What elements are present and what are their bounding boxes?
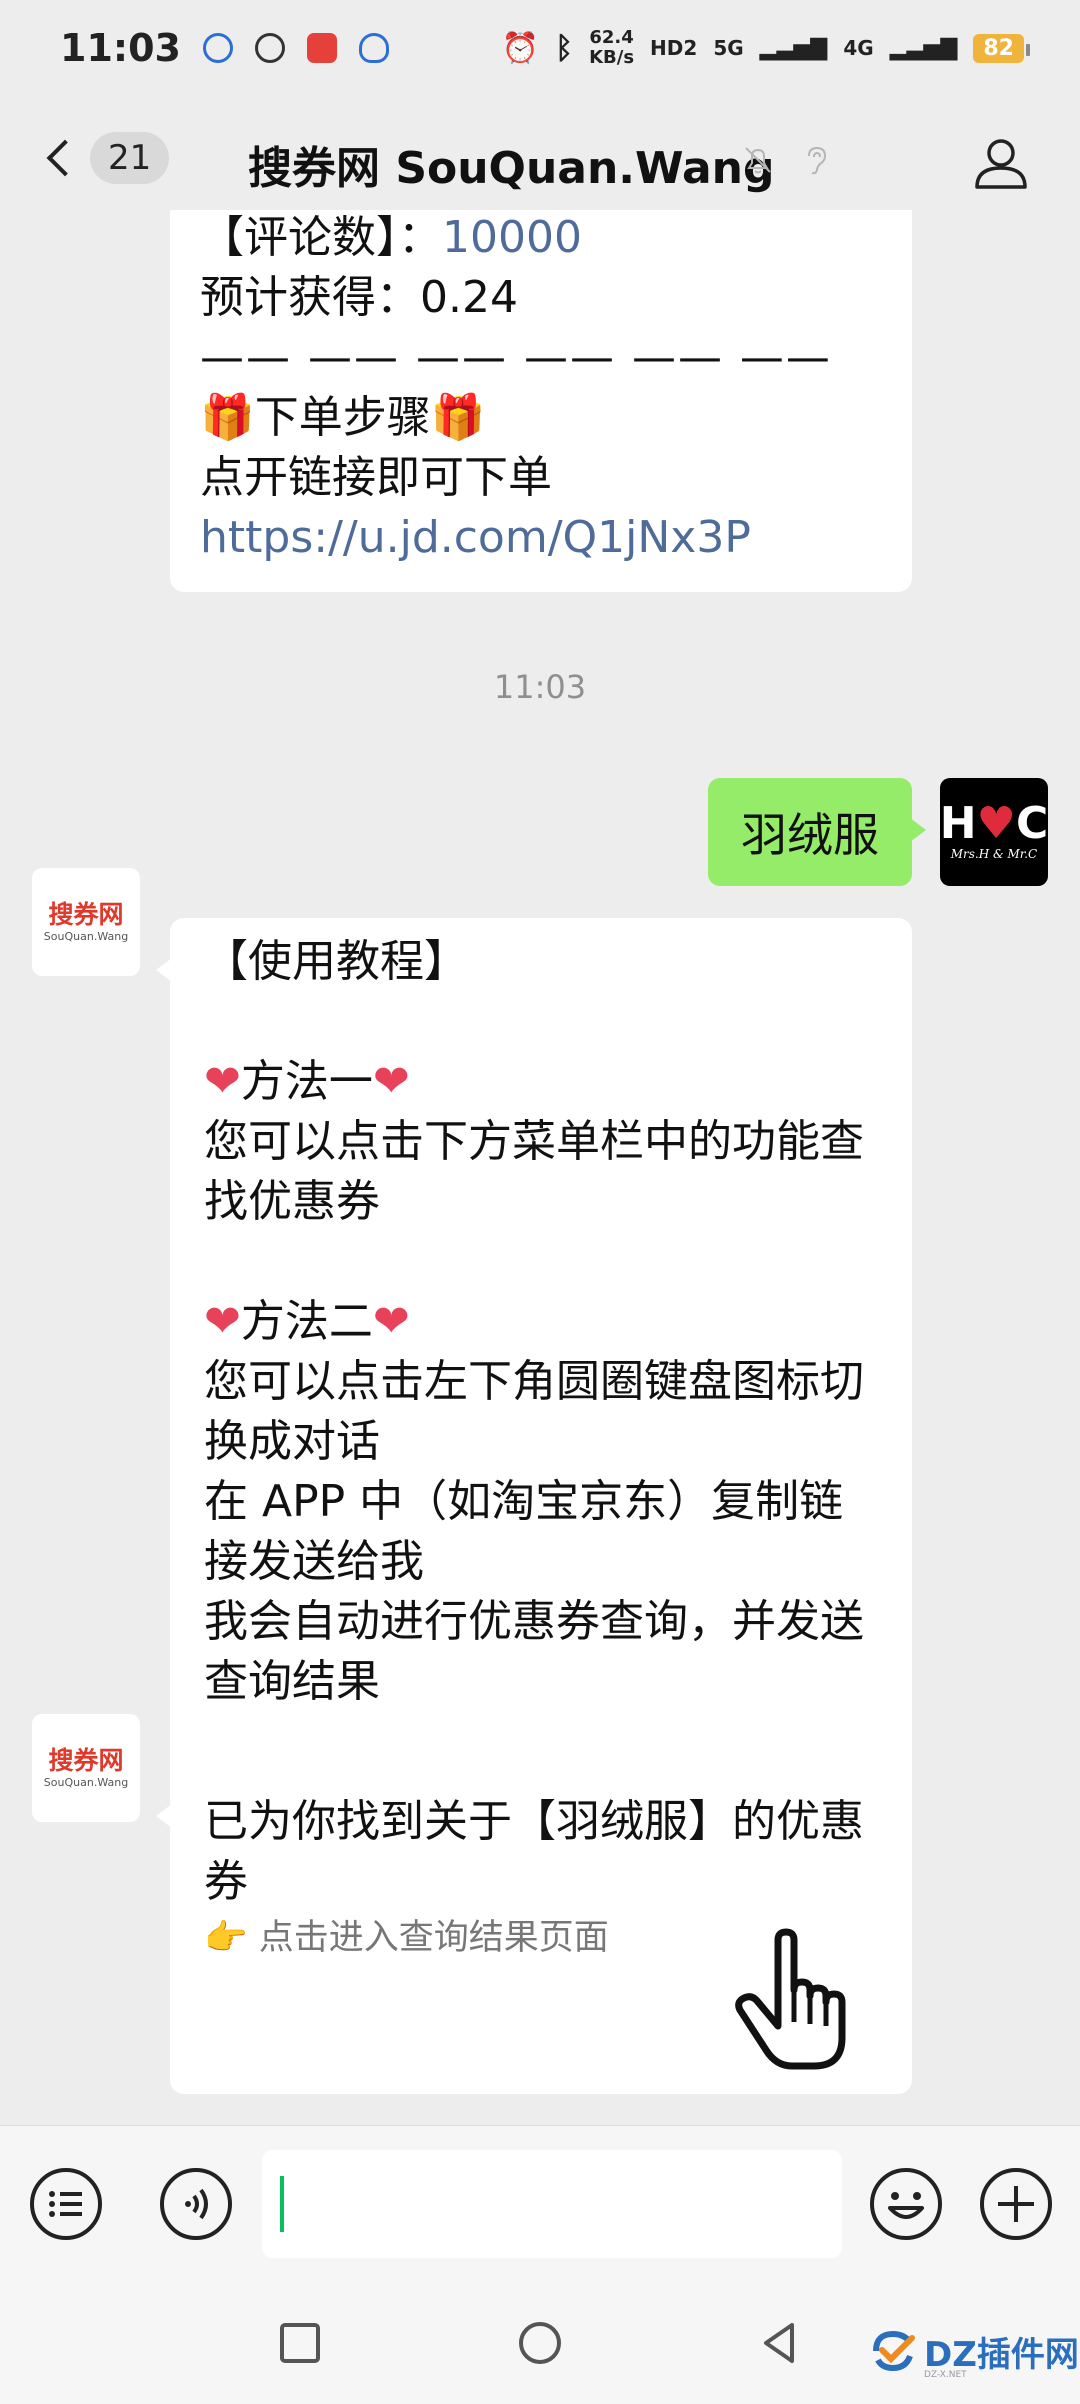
network-speed: 62.4 KB/s xyxy=(589,28,634,68)
result-hint-text: 点击进入查询结果页面 xyxy=(258,1918,609,1958)
status-left: 11:03 xyxy=(60,26,389,70)
qq-icon xyxy=(358,33,389,63)
heart-icon: ♥ xyxy=(976,798,1016,849)
search-result-card[interactable]: 已为你找到关于【羽绒服】的优惠 券 👉 点击进入查询结果页面 xyxy=(156,1764,912,2094)
method-one-heading: ❤方法一❤ xyxy=(204,1052,882,1112)
message-timestamp: 11:03 xyxy=(493,668,587,706)
recent-apps-square-icon[interactable] xyxy=(272,2315,328,2371)
signal-4g: 4G xyxy=(843,36,874,60)
back-chevron-icon xyxy=(46,139,84,177)
order-instruction: 点开链接即可下单 xyxy=(200,452,552,503)
app-notification-icon xyxy=(202,33,233,63)
message-text-input[interactable] xyxy=(262,2150,842,2258)
chat-title: 搜券网 SouQuan.Wang xyxy=(248,143,775,194)
unread-badge: 21 xyxy=(90,132,170,184)
comment-count-value: 10000 xyxy=(442,212,582,263)
result-line: 券 xyxy=(204,1856,248,1907)
app-notification-icon-3 xyxy=(306,33,337,63)
avatar-letter-h: H xyxy=(939,798,977,849)
tutorial-line: 找优惠券 xyxy=(204,1176,380,1227)
heart-icon: ❤ xyxy=(204,1056,241,1107)
chat-message-list[interactable]: 【评论数】：10000 预计获得：0.24 —— —— —— —— —— —— … xyxy=(0,210,1080,2125)
bot-logo-cn: 搜券网 xyxy=(48,1746,124,1775)
message-input-bar xyxy=(0,2125,1080,2285)
avatar-monogram: H♥C xyxy=(940,802,1049,846)
method-two-text: 方法二 xyxy=(240,1296,373,1347)
watermark-check-icon xyxy=(873,2330,915,2372)
order-steps-heading: 🎁下单步骤🎁 xyxy=(200,388,882,448)
status-right: ⏰ ᛒ 62.4 KB/s HD2 5G ▂▃▅▇ 4G ▂▃▅▇ 82 xyxy=(501,28,1030,68)
expected-earnings-line: 预计获得：0.24 xyxy=(200,272,518,323)
status-time: 11:03 xyxy=(60,26,181,70)
bot-avatar[interactable]: 搜券网 SouQuan.Wang xyxy=(32,868,140,976)
gift-icon: 🎁 xyxy=(430,392,486,443)
status-bar: 11:03 ⏰ ᛒ 62.4 KB/s HD2 5G ▂▃▅▇ 4G ▂▃▅▇ … xyxy=(0,0,1080,96)
back-button[interactable]: 21 xyxy=(40,132,170,184)
heart-icon: ❤ xyxy=(204,1296,241,1347)
order-steps-text: 下单步骤 xyxy=(254,392,431,443)
bot-logo-en: SouQuan.Wang xyxy=(43,930,129,943)
heart-icon: ❤ xyxy=(372,1056,410,1107)
hand-cursor-icon xyxy=(735,1928,846,2070)
comment-count-label: 【评论数】： xyxy=(200,212,442,263)
tutorial-line: 查询结果 xyxy=(204,1656,380,1707)
pointing-hand-icon: 👉 xyxy=(204,1918,248,1958)
chat-header: 21 搜券网 SouQuan.Wang xyxy=(0,110,1080,210)
tutorial-line: 您可以点击左下角圆圈键盘图标切 xyxy=(204,1356,864,1407)
method-two-heading: ❤方法二❤ xyxy=(204,1292,882,1352)
home-circle-icon[interactable] xyxy=(512,2315,568,2371)
bot-avatar[interactable]: 搜券网 SouQuan.Wang xyxy=(32,1714,140,1822)
net-speed-unit: KB/s xyxy=(589,47,635,68)
gift-icon: 🎁 xyxy=(200,392,255,443)
tutorial-line: 您可以点击下方菜单栏中的功能查 xyxy=(204,1116,864,1167)
comment-count-line: 【评论数】：10000 xyxy=(200,210,882,268)
watermark-text: DZ插件网 xyxy=(924,2334,1079,2375)
heart-icon: ❤ xyxy=(372,1296,410,1347)
tutorial-line: 换成对话 xyxy=(204,1416,380,1467)
battery-indicator: 82 xyxy=(973,33,1030,63)
avatar-caption: Mrs.H & Mr.C xyxy=(950,847,1038,861)
ear-icon xyxy=(808,146,827,175)
method-one-text: 方法一 xyxy=(240,1056,373,1107)
hd-voice-icon: HD2 xyxy=(650,36,698,60)
system-navigation-bar: DZ插件网 DZ-X.NET xyxy=(0,2285,1080,2404)
voice-input-icon[interactable] xyxy=(158,2166,234,2242)
divider-line: —— —— —— —— —— —— xyxy=(200,332,832,383)
alarm-icon: ⏰ xyxy=(501,30,540,66)
signal-bars-icon: ▂▃▅▇ xyxy=(759,35,828,61)
add-more-plus-icon[interactable] xyxy=(978,2166,1054,2242)
sent-message-bubble[interactable]: 羽绒服 xyxy=(708,778,926,886)
watermark-subtext: DZ-X.NET xyxy=(924,2370,967,2380)
avatar-letter-c: C xyxy=(1016,798,1049,849)
tutorial-line: 在 APP 中（如淘宝京东）复制链 xyxy=(204,1476,844,1527)
tutorial-title: 【使用教程】 xyxy=(204,936,468,987)
watermark-logo: DZ插件网 DZ-X.NET xyxy=(868,2326,1079,2380)
tutorial-line: 我会自动进行优惠券查询，并发送 xyxy=(204,1596,864,1647)
mute-bell-icon xyxy=(745,147,771,174)
result-line: 已为你找到关于【羽绒服】的优惠 xyxy=(204,1796,864,1847)
bot-logo-cn: 搜券网 xyxy=(48,900,124,929)
bluetooth-icon: ᛒ xyxy=(555,30,574,66)
tutorial-line: 接发送给我 xyxy=(204,1536,424,1587)
signal-5g: 5G xyxy=(713,36,744,60)
app-notification-icon-2 xyxy=(254,33,285,63)
product-link[interactable]: https://u.jd.com/Q1jNx3P xyxy=(200,508,882,568)
bot-logo-en: SouQuan.Wang xyxy=(43,1776,129,1789)
chat-info-person-icon[interactable] xyxy=(972,134,1030,192)
emoji-icon[interactable] xyxy=(868,2166,944,2242)
menu-list-icon[interactable] xyxy=(28,2166,104,2242)
net-speed-value: 62.4 xyxy=(589,27,634,48)
back-triangle-icon[interactable] xyxy=(752,2315,808,2371)
self-avatar[interactable]: H♥C Mrs.H & Mr.C xyxy=(940,778,1048,886)
text-caret xyxy=(280,2176,284,2232)
signal-bars-icon-2: ▂▃▅▇ xyxy=(889,35,958,61)
previous-message-bubble[interactable]: 【评论数】：10000 预计获得：0.24 —— —— —— —— —— —— … xyxy=(170,210,912,592)
header-status-icons xyxy=(740,142,834,178)
